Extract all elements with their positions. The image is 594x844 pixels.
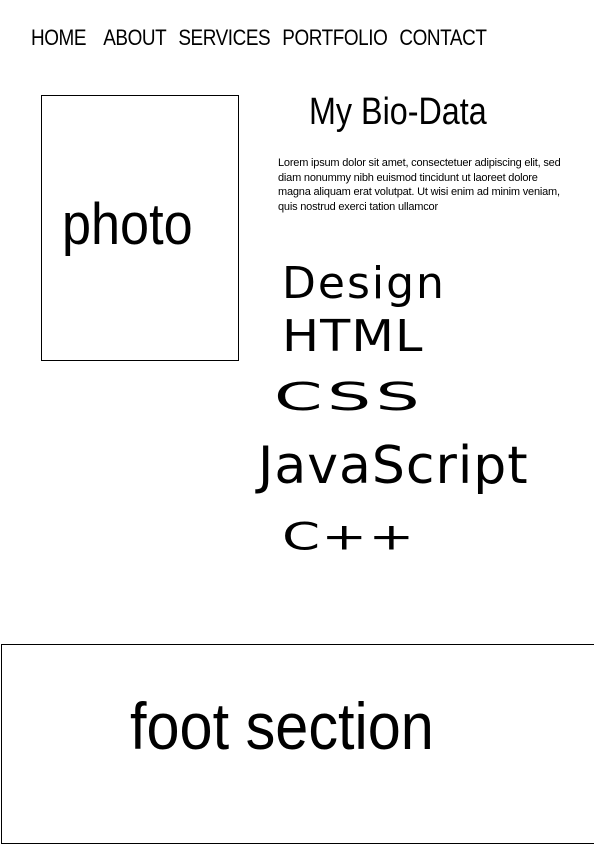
footer-section: foot section <box>1 644 594 844</box>
footer-label: foot section <box>130 689 434 763</box>
bio-title: My Bio-Data <box>309 91 487 133</box>
skill-design: Design <box>282 258 446 309</box>
skill-html: HTML <box>282 311 424 362</box>
nav-services-link[interactable]: SERVICES <box>178 25 270 51</box>
skill-css: CSS <box>274 374 425 420</box>
nav-home-link[interactable]: HOME <box>31 25 86 51</box>
main-nav: HOME ABOUT SERVICES PORTFOLIO CONTACT <box>31 24 498 52</box>
photo-placeholder: photo <box>41 95 239 361</box>
nav-about-link[interactable]: ABOUT <box>103 25 166 51</box>
nav-contact-link[interactable]: CONTACT <box>399 25 486 51</box>
photo-label: photo <box>62 192 193 257</box>
skill-cpp: C++ <box>282 514 416 559</box>
bio-text: Lorem ipsum dolor sit amet, consectetuer… <box>278 157 561 213</box>
skill-javascript: JavaScript <box>258 436 529 496</box>
nav-portfolio-link[interactable]: PORTFOLIO <box>282 25 388 51</box>
